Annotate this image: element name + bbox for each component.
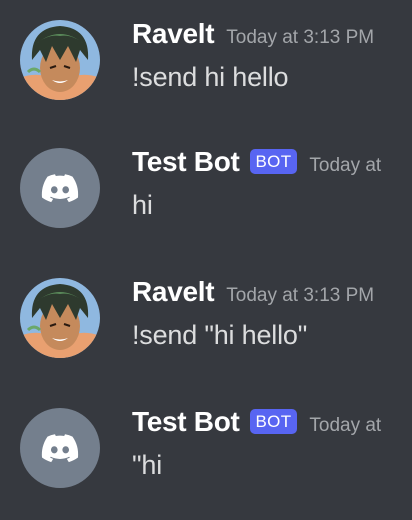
message-content: !send "hi hello" — [132, 320, 308, 350]
anime-character-avatar-icon — [20, 278, 100, 358]
user-avatar[interactable] — [20, 278, 100, 358]
username[interactable]: Ravelt — [132, 18, 215, 50]
message-timestamp: Today at 3:13 PM — [226, 27, 375, 48]
chat-message: Test Bot BOT Today at hi — [0, 128, 412, 248]
message-content: "hi — [132, 450, 162, 480]
anime-character-avatar-icon — [20, 20, 100, 100]
message-content: !send hi hello — [132, 62, 289, 92]
chat-message-list: Ravelt Today at 3:13 PM !send hi hello T… — [0, 0, 412, 520]
message-header: Test Bot BOT Today at — [132, 406, 381, 438]
user-avatar[interactable] — [20, 20, 100, 100]
chat-message: Ravelt Today at 3:13 PM !send hi hello — [0, 0, 412, 120]
message-header: Ravelt Today at 3:13 PM — [132, 276, 374, 308]
message-timestamp: Today at — [309, 415, 382, 436]
message-header: Test Bot BOT Today at — [132, 146, 381, 178]
chat-message: Test Bot BOT Today at "hi — [0, 388, 412, 508]
username[interactable]: Test Bot — [132, 406, 240, 438]
message-content: hi — [132, 190, 153, 220]
message-timestamp: Today at — [309, 155, 382, 176]
bot-avatar[interactable] — [20, 408, 100, 488]
bot-badge: BOT — [249, 149, 298, 174]
bot-badge: BOT — [249, 409, 298, 434]
message-timestamp: Today at 3:13 PM — [226, 285, 375, 306]
username[interactable]: Test Bot — [132, 146, 240, 178]
message-header: Ravelt Today at 3:13 PM — [132, 18, 374, 50]
bot-avatar[interactable] — [20, 148, 100, 228]
chat-message: Ravelt Today at 3:13 PM !send "hi hello" — [0, 258, 412, 378]
username[interactable]: Ravelt — [132, 276, 215, 308]
discord-logo-icon — [20, 408, 100, 488]
discord-logo-icon — [20, 148, 100, 228]
